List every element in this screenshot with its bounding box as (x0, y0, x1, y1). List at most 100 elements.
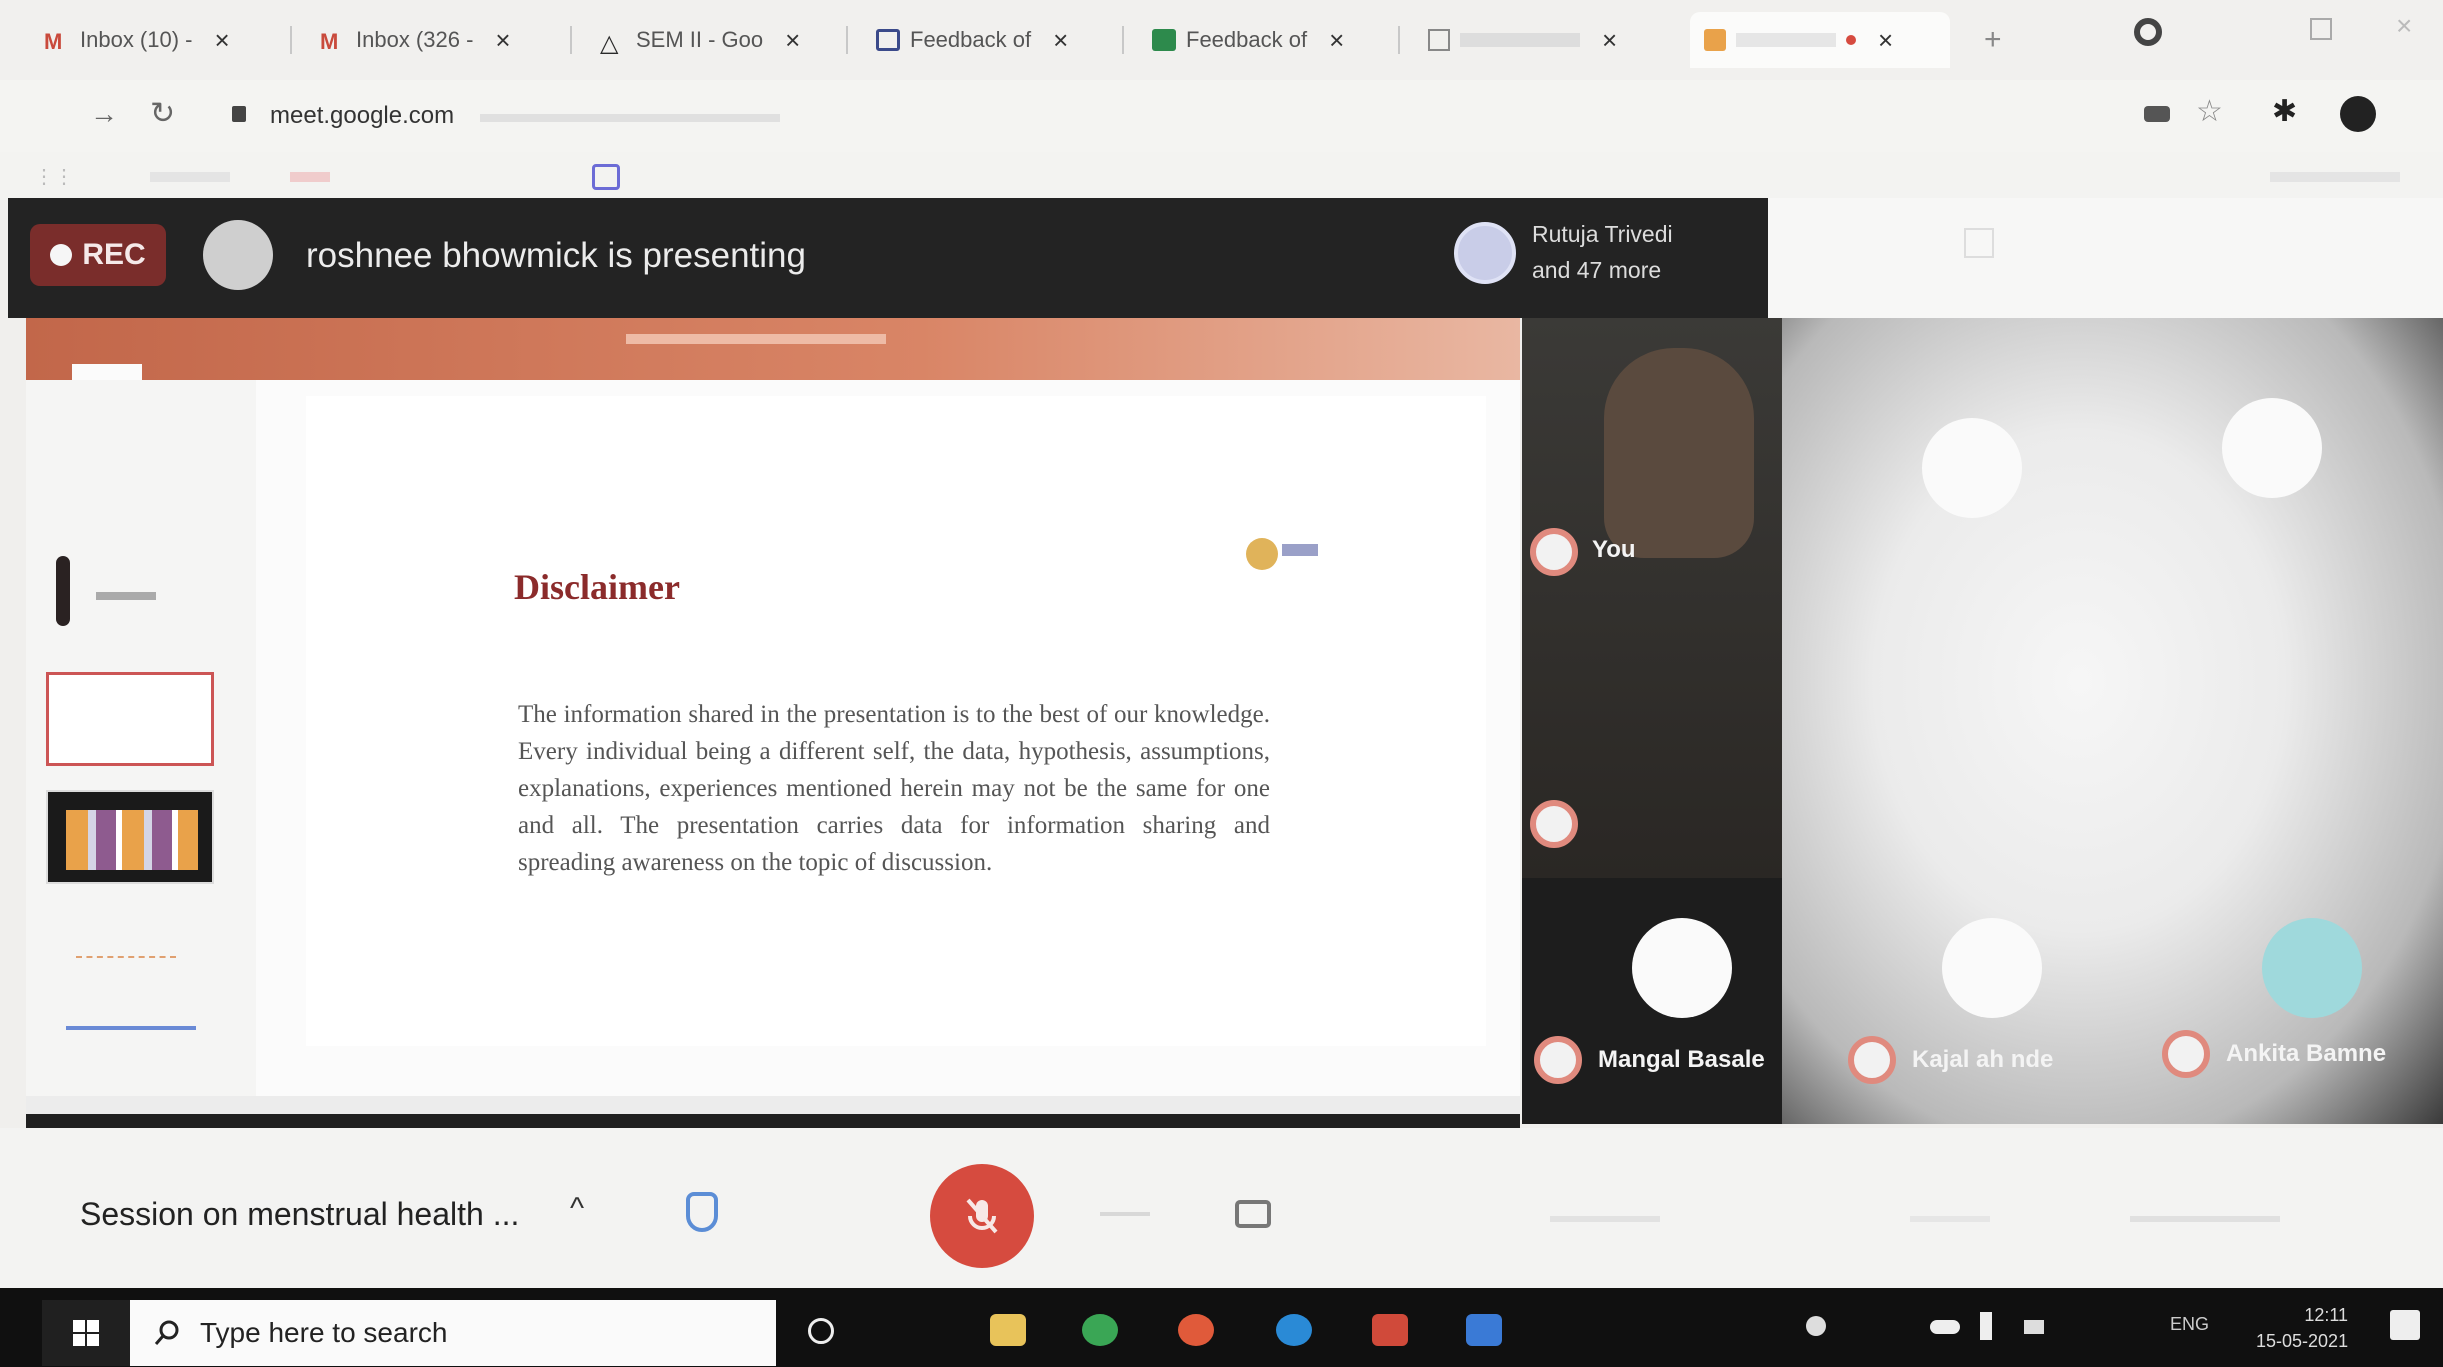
close-tab-icon[interactable]: × (1329, 25, 1344, 56)
restore-window-icon[interactable] (2310, 18, 2332, 40)
bookmarks-bar: ⋮⋮ (0, 152, 2443, 202)
store-icon[interactable] (1466, 1314, 1502, 1346)
extensions-icon[interactable]: ✱ (2272, 94, 2297, 129)
participant-name: Ankita Bamne (2226, 1040, 2387, 1067)
tab-page[interactable]: × (1414, 12, 1674, 68)
meeting-title[interactable]: Session on menstrual health ... (80, 1196, 519, 1233)
participant-avatar (2222, 398, 2322, 498)
record-dot-icon (50, 244, 73, 266)
layout-icon[interactable] (1964, 228, 1994, 258)
participants-summary[interactable]: Rutuja Trivedi and 47 more (1532, 216, 1673, 288)
other-bookmarks[interactable] (2270, 172, 2400, 182)
presenting-bar: REC roshnee bhowmick is presenting Rutuj… (8, 198, 1768, 318)
clock-date: 15-05-2021 (2256, 1331, 2349, 1351)
tab-sheets[interactable]: Feedback of × (1138, 12, 1358, 68)
self-video (1604, 348, 1754, 558)
more-options-button[interactable] (2130, 1216, 2280, 1222)
slide-thumbnail (46, 908, 214, 1002)
bookmark-item[interactable] (290, 172, 330, 182)
gmail-icon: M (44, 29, 63, 54)
close-tab-icon[interactable]: × (1602, 25, 1617, 56)
tab-meet-active[interactable]: × (1690, 12, 1950, 68)
lock-icon (232, 106, 246, 122)
slide-thumbnail (46, 550, 214, 644)
search-placeholder: Type here to search (200, 1317, 448, 1348)
whatsapp-icon[interactable] (1082, 1314, 1118, 1346)
meet-top-right-area (1768, 198, 2443, 318)
participant-small-avatar (1848, 1036, 1896, 1084)
language-indicator[interactable]: ENG (2170, 1314, 2209, 1335)
chevron-up-icon[interactable]: ^ (570, 1192, 584, 1226)
chrome-icon[interactable] (1178, 1314, 1214, 1346)
participant-name: Mangal Basale (1598, 1046, 1765, 1073)
thumbnail-chart (76, 928, 176, 958)
url-field[interactable]: meet.google.com (270, 102, 454, 130)
slide-thumbnails-pane (26, 380, 256, 1120)
participant-avatar (2262, 918, 2362, 1018)
forward-arrow-icon[interactable]: → (90, 98, 118, 130)
tab-label-placeholder (1460, 33, 1580, 47)
start-button[interactable] (42, 1300, 130, 1366)
new-tab-button[interactable]: + (1970, 12, 2016, 68)
hangup-button[interactable] (1100, 1212, 1150, 1216)
slide-thumbnail-selected (46, 672, 214, 766)
close-tab-icon[interactable]: × (495, 25, 510, 56)
url-path-blur (480, 114, 780, 122)
close-window-icon[interactable]: × (2396, 10, 2412, 42)
reload-icon[interactable]: ↻ (150, 96, 175, 131)
close-tab-icon[interactable]: × (1053, 25, 1068, 56)
participant-avatar[interactable] (1454, 222, 1516, 284)
camera-indicator-icon[interactable] (2144, 106, 2170, 122)
thumbnail-line (66, 1026, 196, 1030)
apps-icon[interactable]: ⋮⋮ (34, 164, 74, 189)
profile-switch-icon[interactable] (2134, 18, 2162, 46)
camera-toggle-button[interactable] (1235, 1200, 1271, 1228)
avatar[interactable] (2340, 96, 2376, 132)
close-tab-icon[interactable]: × (1878, 25, 1893, 56)
windows-taskbar: Type here to search ENG 12:11 15-05-2021 (0, 1288, 2443, 1367)
drive-icon: △ (600, 30, 619, 57)
gmail-icon: M (320, 29, 339, 54)
present-now-button[interactable] (1550, 1216, 1660, 1222)
clock-time: 12:11 (2304, 1305, 2349, 1325)
ribbon-tab-active (72, 364, 142, 380)
tab-label-placeholder (1736, 33, 1836, 47)
notifications-icon[interactable] (2390, 1310, 2420, 1340)
close-tab-icon[interactable]: × (785, 25, 800, 56)
participants-summary-line2: and 47 more (1532, 257, 1662, 283)
tab-inbox-2[interactable]: M Inbox (326 - × (306, 12, 525, 68)
participant-small-avatar (1534, 1036, 1582, 1084)
bookmark-forms-icon[interactable] (592, 164, 620, 190)
recording-dot-icon (1846, 35, 1856, 45)
participant-grid: You Mangal Basale Kajal ah nde Ankita Ba… (1522, 318, 2443, 1124)
browser-tab-strip: M Inbox (10) - × M Inbox (326 - × △ SEM … (0, 0, 2443, 80)
cortana-icon[interactable] (808, 1318, 834, 1344)
star-icon[interactable]: ☆ (2196, 94, 2223, 129)
tab-inbox-1[interactable]: M Inbox (10) - × (30, 12, 244, 68)
tray-icon[interactable] (1806, 1316, 1826, 1336)
participant-avatar (1922, 418, 2022, 518)
participant-name: You (1592, 536, 1636, 563)
mic-toggle-button[interactable] (930, 1164, 1034, 1268)
bookmark-item[interactable] (150, 172, 230, 182)
shield-icon[interactable] (686, 1192, 718, 1232)
activities-button[interactable] (1910, 1216, 1990, 1222)
edge-icon[interactable] (1276, 1314, 1312, 1346)
slide-title: Disclaimer (514, 567, 680, 607)
onedrive-icon[interactable] (1930, 1320, 1960, 1334)
tab-label: Feedback of (1186, 27, 1308, 52)
tab-label: Feedback of (910, 27, 1032, 52)
network-icon[interactable] (2024, 1320, 2044, 1334)
presenter-text: roshnee bhowmick is presenting (306, 236, 806, 275)
clock[interactable]: 12:11 15-05-2021 (2256, 1302, 2348, 1354)
thumbnail-figure (56, 556, 70, 626)
battery-icon[interactable] (1980, 1312, 1992, 1340)
powerpoint-icon[interactable] (1372, 1314, 1408, 1346)
meet-controls-bar: Session on menstrual health ... ^ (0, 1128, 2443, 1288)
tab-drive[interactable]: △ SEM II - Goo × (586, 12, 814, 68)
tab-forms[interactable]: Feedback of × (862, 12, 1082, 68)
close-tab-icon[interactable]: × (215, 25, 230, 56)
powerpoint-ribbon (26, 318, 1520, 380)
taskbar-search[interactable]: Type here to search (130, 1300, 776, 1366)
file-explorer-icon[interactable] (990, 1314, 1026, 1346)
